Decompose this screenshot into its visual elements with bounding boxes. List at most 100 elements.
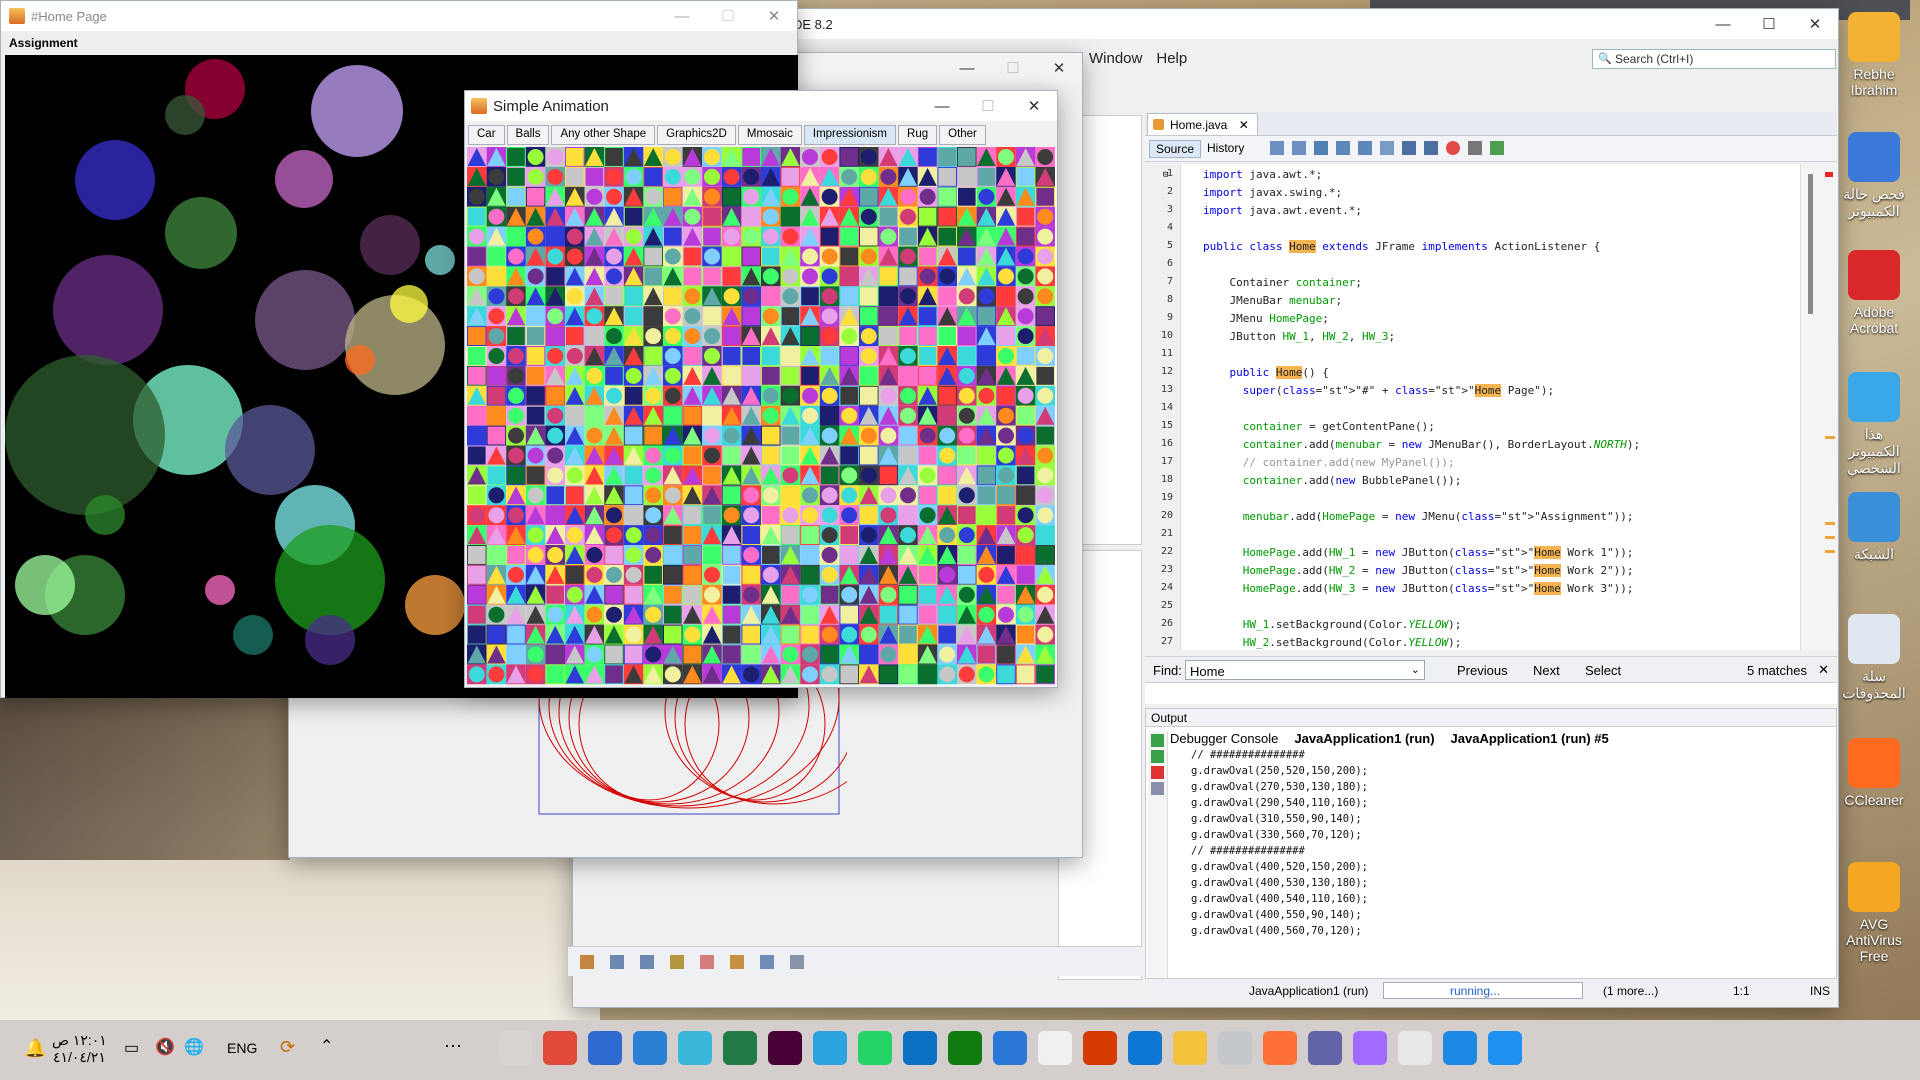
debug-tool-icon[interactable] (670, 955, 684, 969)
chevron-up-icon[interactable]: ⌃ (320, 1036, 333, 1056)
macro-record-icon[interactable] (1446, 141, 1460, 155)
back-icon[interactable] (1270, 141, 1284, 155)
shift-left-icon[interactable] (1402, 141, 1416, 155)
debug-tool-icon[interactable] (790, 955, 804, 969)
find-input[interactable]: Home ⌄ (1185, 660, 1425, 680)
desktop-icon[interactable]: Rebhe Ibrahim (1839, 12, 1909, 98)
find-icon[interactable] (1314, 141, 1328, 155)
status-more[interactable]: (1 more...) (1603, 984, 1658, 998)
rerun-icon[interactable] (1151, 734, 1164, 747)
desktop-icon[interactable]: فحص حالة الكمبيوتر (1839, 132, 1909, 220)
settings-icon[interactable] (1151, 782, 1164, 795)
debug-tool-icon[interactable] (760, 955, 774, 969)
run-progress-bar[interactable]: running... (1383, 982, 1583, 999)
battery-icon[interactable]: ▭ (124, 1038, 139, 1058)
taskbar-app-icon[interactable] (633, 1031, 667, 1065)
taskbar-app-icon[interactable] (993, 1031, 1027, 1065)
next-occurrence-icon[interactable] (1358, 141, 1372, 155)
taskbar-app-icon[interactable] (1263, 1031, 1297, 1065)
history-tab[interactable]: History (1207, 141, 1244, 155)
mute-icon[interactable]: 🔇 (155, 1037, 175, 1057)
sync-icon[interactable]: ⟳ (280, 1037, 295, 1058)
clock[interactable]: ١٢:٠١ ص ٤١/٠٤/٢١ (52, 1032, 107, 1066)
anim-tab[interactable]: Other (939, 125, 986, 145)
close-find-icon[interactable]: ✕ (1818, 662, 1829, 678)
menu-window[interactable]: Window (1089, 50, 1142, 67)
anim-tab[interactable]: Balls (506, 125, 550, 145)
stop-icon[interactable] (1151, 766, 1164, 779)
close-icon[interactable]: ✕ (1011, 91, 1057, 121)
prev-occurrence-icon[interactable] (1336, 141, 1350, 155)
anim-titlebar[interactable]: Simple Animation — ☐ ✕ (465, 91, 1057, 121)
debug-tool-icon[interactable] (730, 955, 744, 969)
desktop-icon[interactable]: Adobe Acrobat (1839, 250, 1909, 336)
close-icon[interactable]: ✕ (751, 1, 797, 31)
close-tab-icon[interactable]: ✕ (1239, 118, 1249, 132)
taskbar-app-icon[interactable] (1308, 1031, 1342, 1065)
debug-tool-icon[interactable] (700, 955, 714, 969)
maximize-icon[interactable]: ☐ (705, 1, 751, 31)
editor-tab-home-java[interactable]: Home.java ✕ (1147, 113, 1258, 135)
home-titlebar[interactable]: #Home Page — ☐ ✕ (1, 1, 797, 31)
minimize-icon[interactable]: — (919, 91, 965, 121)
chevron-down-icon[interactable]: ⌄ (1411, 663, 1420, 676)
comment-icon[interactable] (1490, 141, 1504, 155)
rerun-params-icon[interactable] (1151, 750, 1164, 763)
tab-debugger-console[interactable]: Debugger Console (1170, 731, 1278, 746)
menu-help[interactable]: Help (1156, 50, 1187, 67)
debug-tool-icon[interactable] (610, 955, 624, 969)
minimize-icon[interactable]: — (1700, 9, 1746, 39)
tab-run-5[interactable]: JavaApplication1 (run) #5 (1451, 731, 1609, 746)
maximize-icon[interactable]: ☐ (1746, 9, 1792, 39)
close-icon[interactable]: ✕ (1036, 53, 1082, 83)
anim-tab[interactable]: Impressionism (803, 125, 897, 145)
notification-bell-icon[interactable]: 🔔 (24, 1038, 46, 1059)
taskbar-app-icon[interactable] (1353, 1031, 1387, 1065)
maximize-icon[interactable]: ☐ (965, 91, 1011, 121)
anim-tab[interactable]: Car (468, 125, 505, 145)
taskbar-app-icon[interactable] (498, 1031, 532, 1065)
minimize-icon[interactable]: — (944, 53, 990, 83)
taskbar-app-icon[interactable] (1038, 1031, 1072, 1065)
desktop-icon[interactable]: الشبكة (1839, 492, 1909, 563)
taskbar-app-icon[interactable] (1443, 1031, 1477, 1065)
language-indicator[interactable]: ENG (227, 1040, 257, 1056)
anim-tab[interactable]: Graphics2D (657, 125, 736, 145)
toggle-highlight-icon[interactable] (1380, 141, 1394, 155)
anim-tab[interactable]: Mmosaic (737, 125, 802, 145)
taskbar-app-icon[interactable] (768, 1031, 802, 1065)
desktop-icon[interactable]: AVG AntiVirus Free (1839, 862, 1909, 964)
editor-scrollbar[interactable] (1800, 164, 1837, 650)
scroll-thumb[interactable] (1808, 174, 1813, 314)
code-editor[interactable]: 1 import java.awt.*; 2 import javax.swing.*… (1145, 164, 1800, 650)
taskbar-app-icon[interactable] (723, 1031, 757, 1065)
output-title[interactable]: Output (1151, 711, 1187, 725)
fold-icon[interactable]: ⊟ (1163, 170, 1168, 180)
find-previous-button[interactable]: Previous (1439, 663, 1508, 678)
source-tab[interactable]: Source (1149, 140, 1202, 158)
taskbar-app-icon[interactable] (1398, 1031, 1432, 1065)
debug-tool-icon[interactable] (580, 955, 594, 969)
taskbar-app-icon[interactable] (903, 1031, 937, 1065)
macro-stop-icon[interactable] (1468, 141, 1482, 155)
anim-tab[interactable]: Any other Shape (551, 125, 656, 145)
desktop-icon[interactable]: سلة المحذوفات (1839, 614, 1909, 702)
minimize-icon[interactable]: — (659, 1, 705, 31)
debug-tool-icon[interactable] (640, 955, 654, 969)
tab-run[interactable]: JavaApplication1 (run) (1294, 731, 1434, 746)
menu-assignment[interactable]: Assignment (9, 36, 78, 50)
taskbar-app-icon[interactable] (948, 1031, 982, 1065)
anim-tab[interactable]: Rug (898, 125, 938, 145)
find-next-button[interactable]: Next (1515, 663, 1560, 678)
taskbar-app-icon[interactable] (858, 1031, 892, 1065)
desktop-icon[interactable]: CCleaner (1839, 738, 1909, 808)
taskbar-app-icon[interactable] (813, 1031, 847, 1065)
maximize-icon[interactable]: ☐ (990, 53, 1036, 83)
taskbar-app-icon[interactable] (1218, 1031, 1252, 1065)
taskbar-app-icon[interactable] (1128, 1031, 1162, 1065)
taskbar-app-icon[interactable] (1173, 1031, 1207, 1065)
shift-right-icon[interactable] (1424, 141, 1438, 155)
taskbar-app-icon[interactable] (1488, 1031, 1522, 1065)
taskbar-app-icon[interactable] (543, 1031, 577, 1065)
more-icon[interactable]: ⋯ (444, 1036, 462, 1057)
